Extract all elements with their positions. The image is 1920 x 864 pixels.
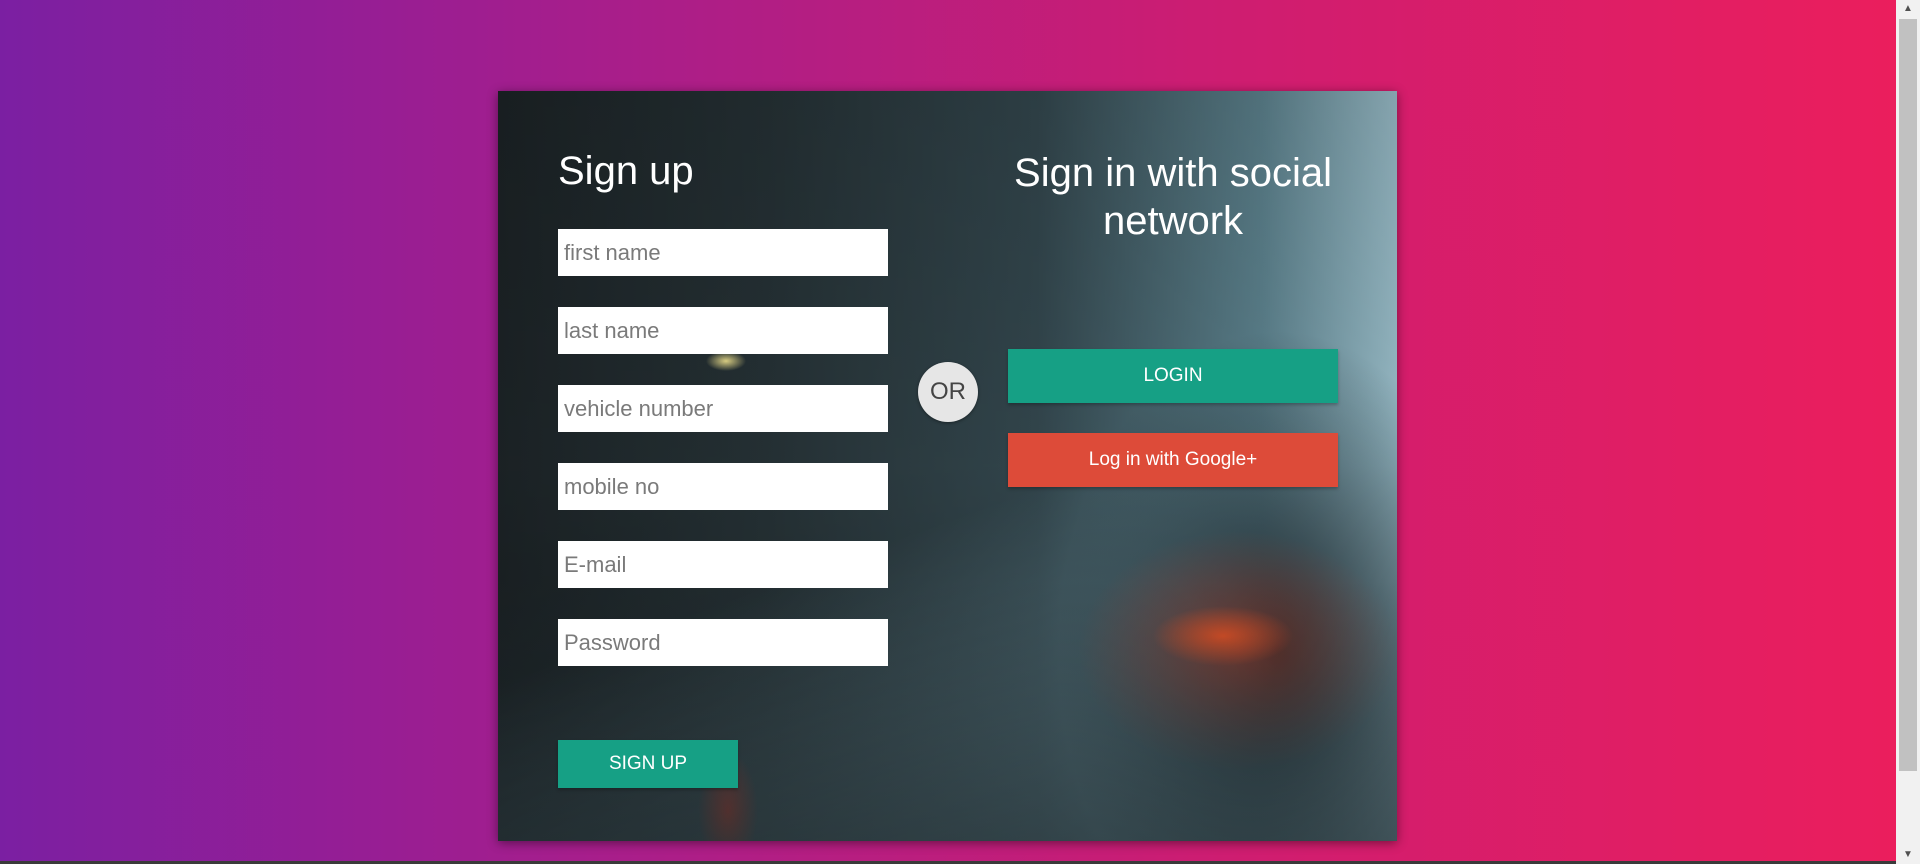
first-name-input[interactable] bbox=[558, 229, 888, 276]
scrollbar-thumb[interactable] bbox=[1899, 19, 1917, 771]
signup-title: Sign up bbox=[558, 149, 694, 193]
password-input[interactable] bbox=[558, 619, 888, 666]
scroll-up-arrow-icon[interactable]: ▲ bbox=[1896, 0, 1920, 18]
login-button[interactable]: LOGIN bbox=[1008, 349, 1338, 403]
vertical-scrollbar[interactable]: ▲ ▼ bbox=[1896, 0, 1920, 864]
scroll-down-arrow-icon[interactable]: ▼ bbox=[1896, 846, 1920, 864]
last-name-input[interactable] bbox=[558, 307, 888, 354]
or-divider: OR bbox=[918, 362, 978, 422]
mobile-no-input[interactable] bbox=[558, 463, 888, 510]
email-input[interactable] bbox=[558, 541, 888, 588]
vehicle-number-input[interactable] bbox=[558, 385, 888, 432]
signup-button[interactable]: SIGN UP bbox=[558, 740, 738, 788]
social-title: Sign in with social network bbox=[1014, 151, 1332, 243]
google-login-button[interactable]: Log in with Google+ bbox=[1008, 433, 1338, 487]
page-background: Sign up SIGN UP OR Sign in with social n… bbox=[0, 0, 1896, 864]
auth-card: Sign up SIGN UP OR Sign in with social n… bbox=[498, 91, 1397, 841]
